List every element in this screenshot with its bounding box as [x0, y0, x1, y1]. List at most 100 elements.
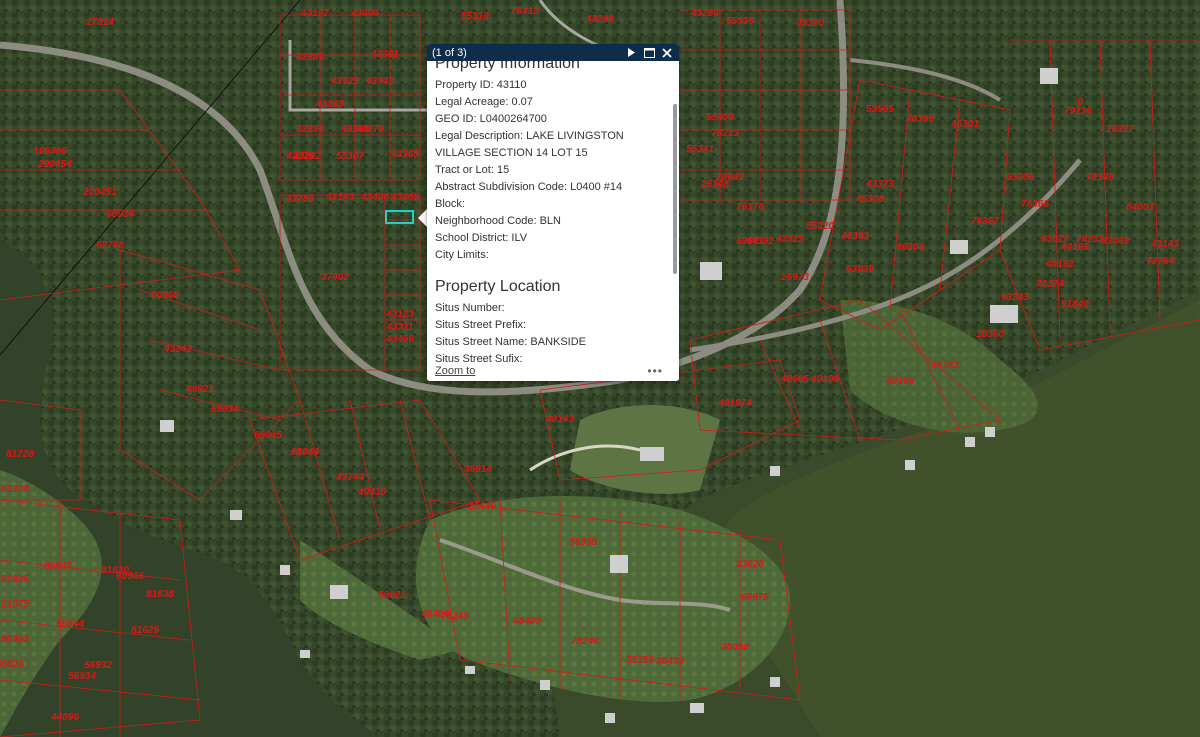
parcel-label: 43406	[361, 192, 389, 203]
field-row: Neighborhood Code: BLN	[435, 213, 663, 230]
field-row: Property ID: 43110	[435, 77, 663, 94]
parcel-label: 78764	[1146, 256, 1174, 267]
field-value: BANKSIDE	[530, 336, 587, 348]
parcel-label: 40143	[931, 360, 959, 371]
section-title-property-location: Property Location	[435, 278, 561, 295]
parcel-label: 46301	[951, 119, 979, 130]
field-value: L0400264700	[479, 113, 547, 125]
parcel-label: 90943	[1, 634, 29, 645]
parcel-label: 40396	[906, 114, 934, 125]
parcel-label: 81728	[6, 449, 34, 460]
parcel-label: 49430	[358, 487, 386, 498]
parcel-label: 38438	[656, 656, 684, 667]
parcel-label: 55310	[461, 11, 489, 22]
parcel-label: 200451	[83, 187, 117, 198]
parcel-label: 55320	[806, 221, 834, 232]
parcel-label: 43311	[386, 322, 414, 333]
parcel-label: 78246	[571, 636, 599, 647]
parcel-label: 80947	[44, 561, 72, 572]
field-row: Situs Number:	[435, 300, 663, 317]
parcel-label: 81675	[1, 599, 29, 610]
parcel-label: 56932	[84, 660, 112, 671]
parcel-label: 55341	[686, 144, 714, 155]
parcel-label: 40143	[546, 414, 574, 425]
parcel-label: 68021	[378, 590, 406, 601]
parcel-label: 63044	[291, 447, 319, 458]
parcel-label: 43197	[301, 8, 329, 19]
parcel-label: 76367	[971, 216, 999, 227]
field-value: ILV	[511, 232, 528, 244]
parcel-label: 48605	[781, 374, 809, 385]
parcel-label: 40196	[886, 376, 914, 387]
parcel-label: 55307	[336, 151, 364, 162]
next-arrow-icon[interactable]	[624, 46, 638, 60]
parcel-label: 43325	[776, 234, 804, 245]
parcel-label: 38614	[464, 464, 492, 475]
parcel-label: 40393	[841, 231, 869, 242]
field-label: Block:	[435, 198, 465, 210]
parcel-label: 37402	[321, 272, 349, 283]
parcel-label: 38090	[721, 642, 749, 653]
parcel-label: 81630	[101, 565, 129, 576]
zoom-to-link[interactable]: Zoom to	[435, 365, 475, 377]
parcel-label: 55359	[626, 655, 654, 666]
field-label: Situs Street Sufix:	[435, 353, 523, 362]
field-row: Tract or Lot: 15	[435, 162, 663, 179]
parcel-label: 44096	[51, 712, 79, 723]
more-options-button[interactable]: •••	[647, 364, 663, 378]
parcel-label: 53939	[846, 264, 874, 275]
popup-scrollbar[interactable]	[673, 104, 677, 274]
field-row: School District: ILV	[435, 230, 663, 247]
parcel-label: 81635	[1, 574, 29, 585]
parcel-label: 43322	[331, 76, 359, 87]
field-label: Abstract Subdivision Code:	[435, 181, 568, 193]
parcel-label: 43288	[586, 14, 614, 25]
close-icon[interactable]	[660, 46, 674, 60]
parcel-label: 76366	[1021, 199, 1049, 210]
parcel-label: 43368	[391, 149, 419, 160]
field-label: Tract or Lot:	[435, 164, 494, 176]
field-label: Legal Description:	[435, 130, 524, 142]
parcel-label: 56934	[68, 671, 96, 682]
parcel-label: 55309	[706, 112, 734, 123]
parcel-label: 43320	[796, 18, 824, 29]
popup-content: Property Information Property ID: 43110 L…	[427, 61, 671, 362]
field-value: 15	[496, 164, 510, 176]
field-label: GEO ID:	[435, 113, 477, 125]
parcel-label: 17914	[86, 17, 114, 28]
parcel-label: 43143	[1151, 239, 1179, 250]
parcel-label: 16327	[1106, 124, 1134, 135]
field-row: Legal Description: LAKE LIVINGSTON VILLA…	[435, 128, 663, 162]
parcel-label: 68975	[741, 592, 769, 603]
parcel-label: 55306	[1006, 172, 1034, 183]
parcel-label: 78942	[716, 172, 744, 183]
parcel-label: 48403	[513, 616, 541, 627]
field-row: Situs Street Sufix:	[435, 351, 663, 362]
parcel-label: 80868	[151, 290, 179, 301]
field-row: Abstract Subdivision Code: L0400 #14	[435, 179, 663, 196]
parcel-label: 83049	[1101, 236, 1129, 247]
parcel-label: 401974	[718, 398, 752, 409]
parcel-label: 53941	[736, 236, 764, 247]
popup-footer: Zoom to •••	[427, 364, 679, 381]
parcel-label: 76376	[736, 202, 764, 213]
parcel-label: 10360	[976, 329, 1004, 340]
maximize-icon[interactable]	[642, 46, 656, 60]
parcel-label: 76374	[1036, 279, 1064, 290]
parcel-label: 84003	[1126, 202, 1154, 213]
parcel-label: 43278	[356, 124, 384, 135]
parcel-label: 56944	[56, 619, 84, 630]
field-label: Property ID:	[435, 79, 494, 91]
parcel-label: 93020	[736, 559, 764, 570]
parcel-label: 78249	[441, 611, 469, 622]
field-row: Legal Acreage: 0.07	[435, 94, 663, 111]
parcel-label: 26973	[781, 272, 809, 283]
parcel-label: 200454	[38, 159, 72, 170]
parcel-label: 43268	[316, 99, 344, 110]
parcel-label: 43290	[296, 124, 324, 135]
field-value: L0400 #14	[570, 181, 623, 193]
parcel-label: 43280	[286, 194, 314, 205]
parcel-label: 56926	[0, 659, 24, 670]
field-label: School District:	[435, 232, 509, 244]
field-label: Neighborhood Code:	[435, 215, 537, 227]
